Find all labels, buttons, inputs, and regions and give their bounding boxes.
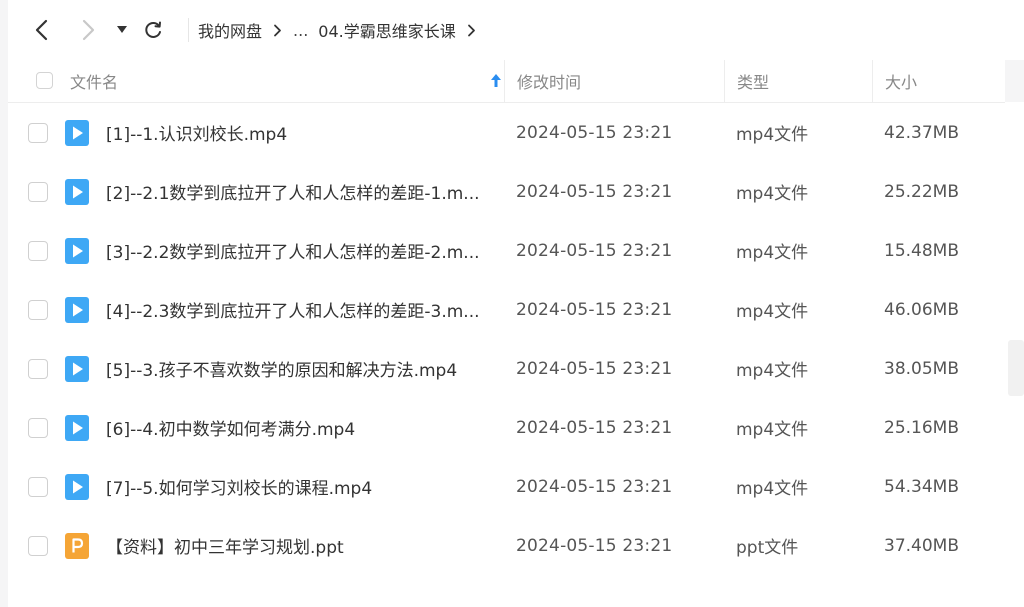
ppt-file-icon bbox=[65, 533, 89, 559]
forward-button[interactable] bbox=[74, 16, 102, 44]
select-all-checkbox[interactable] bbox=[36, 72, 53, 89]
column-header-name-label: 文件名 bbox=[70, 73, 119, 92]
file-modified: 2024-05-15 23:21 bbox=[516, 476, 673, 497]
file-size: 25.16MB bbox=[884, 417, 959, 438]
breadcrumb-separator-icon bbox=[467, 18, 476, 42]
table-row[interactable]: [7]--5.如何学习刘校长的课程.mp4 2024-05-15 23:21 m… bbox=[8, 457, 1005, 516]
file-list: [1]--1.认识刘校长.mp4 2024-05-15 23:21 mp4文件 … bbox=[8, 103, 1005, 575]
column-header-type[interactable]: 类型 bbox=[724, 60, 872, 102]
file-modified: 2024-05-15 23:21 bbox=[516, 240, 673, 261]
file-name[interactable]: [6]--4.初中数学如何考满分.mp4 bbox=[106, 398, 498, 457]
row-checkbox[interactable] bbox=[28, 241, 48, 261]
column-header-size-label: 大小 bbox=[885, 73, 918, 92]
table-row[interactable]: [4]--2.3数学到底拉开了人和人怎样的差距-3.m... 2024-05-1… bbox=[8, 280, 1005, 339]
file-name[interactable]: [2]--2.1数学到底拉开了人和人怎样的差距-1.m... bbox=[106, 162, 498, 221]
video-file-icon bbox=[65, 474, 89, 500]
file-type: mp4文件 bbox=[736, 125, 809, 145]
video-file-icon bbox=[65, 120, 89, 146]
file-type: ppt文件 bbox=[736, 538, 799, 558]
breadcrumb-current[interactable]: 04.学霸思维家长课 bbox=[318, 18, 455, 42]
row-checkbox[interactable] bbox=[28, 123, 48, 143]
file-name[interactable]: [3]--2.2数学到底拉开了人和人怎样的差距-2.m... bbox=[106, 221, 498, 280]
file-size: 54.34MB bbox=[884, 476, 959, 497]
table-row[interactable]: [5]--3.孩子不喜欢数学的原因和解决方法.mp4 2024-05-15 23… bbox=[8, 339, 1005, 398]
table-row[interactable]: 【资料】初中三年学习规划.ppt 2024-05-15 23:21 ppt文件 … bbox=[8, 516, 1005, 575]
file-list-header: 文件名 修改时间 类型 大小 bbox=[8, 60, 1005, 103]
video-file-icon bbox=[65, 297, 89, 323]
file-modified: 2024-05-15 23:21 bbox=[516, 181, 673, 202]
refresh-button[interactable] bbox=[139, 16, 167, 44]
toolbar-divider bbox=[188, 18, 189, 42]
file-modified: 2024-05-15 23:21 bbox=[516, 358, 673, 379]
history-dropdown-button[interactable] bbox=[112, 16, 132, 44]
breadcrumb-ellipsis[interactable]: ... bbox=[293, 21, 308, 40]
file-type: mp4文件 bbox=[736, 184, 809, 204]
file-name[interactable]: [4]--2.3数学到底拉开了人和人怎样的差距-3.m... bbox=[106, 280, 498, 339]
chevron-left-icon bbox=[35, 19, 48, 41]
table-row[interactable]: [3]--2.2数学到底拉开了人和人怎样的差距-2.m... 2024-05-1… bbox=[8, 221, 1005, 280]
back-button[interactable] bbox=[28, 16, 56, 44]
file-type: mp4文件 bbox=[736, 361, 809, 381]
file-size: 38.05MB bbox=[884, 358, 959, 379]
sort-ascending-icon[interactable] bbox=[490, 73, 502, 89]
file-type: mp4文件 bbox=[736, 479, 809, 499]
row-checkbox[interactable] bbox=[28, 359, 48, 379]
column-header-modified-label: 修改时间 bbox=[517, 73, 582, 92]
file-size: 25.22MB bbox=[884, 181, 959, 202]
table-row[interactable]: [2]--2.1数学到底拉开了人和人怎样的差距-1.m... 2024-05-1… bbox=[8, 162, 1005, 221]
row-checkbox[interactable] bbox=[28, 300, 48, 320]
refresh-icon bbox=[145, 21, 161, 38]
file-modified: 2024-05-15 23:21 bbox=[516, 417, 673, 438]
row-checkbox[interactable] bbox=[28, 418, 48, 438]
file-modified: 2024-05-15 23:21 bbox=[516, 535, 673, 556]
file-type: mp4文件 bbox=[736, 420, 809, 440]
chevron-right-icon bbox=[82, 19, 95, 41]
file-modified: 2024-05-15 23:21 bbox=[516, 299, 673, 320]
breadcrumb: 我的网盘 ... 04.学霸思维家长课 bbox=[198, 18, 487, 42]
file-size: 37.40MB bbox=[884, 535, 959, 556]
file-type: mp4文件 bbox=[736, 243, 809, 263]
row-checkbox[interactable] bbox=[28, 536, 48, 556]
column-header-type-label: 类型 bbox=[737, 73, 770, 92]
file-name[interactable]: [5]--3.孩子不喜欢数学的原因和解决方法.mp4 bbox=[106, 339, 498, 398]
file-size: 15.48MB bbox=[884, 240, 959, 261]
file-size: 42.37MB bbox=[884, 122, 959, 143]
left-panel-edge bbox=[0, 0, 8, 607]
row-checkbox[interactable] bbox=[28, 182, 48, 202]
column-header-modified[interactable]: 修改时间 bbox=[504, 60, 724, 102]
column-header-size[interactable]: 大小 bbox=[872, 60, 1005, 102]
header-right-strip bbox=[1005, 60, 1024, 102]
row-checkbox[interactable] bbox=[28, 477, 48, 497]
file-size: 46.06MB bbox=[884, 299, 959, 320]
table-row[interactable]: [6]--4.初中数学如何考满分.mp4 2024-05-15 23:21 mp… bbox=[8, 398, 1005, 457]
scrollbar-thumb[interactable] bbox=[1008, 340, 1024, 396]
video-file-icon bbox=[65, 356, 89, 382]
file-name[interactable]: [7]--5.如何学习刘校长的课程.mp4 bbox=[106, 457, 498, 516]
toolbar: 我的网盘 ... 04.学霸思维家长课 bbox=[8, 0, 1024, 60]
caret-down-icon bbox=[117, 26, 127, 33]
file-name[interactable]: [1]--1.认识刘校长.mp4 bbox=[106, 103, 498, 162]
video-file-icon bbox=[65, 179, 89, 205]
video-file-icon bbox=[65, 415, 89, 441]
video-file-icon bbox=[65, 238, 89, 264]
breadcrumb-root[interactable]: 我的网盘 bbox=[198, 18, 262, 42]
file-name[interactable]: 【资料】初中三年学习规划.ppt bbox=[106, 516, 498, 575]
table-row[interactable]: [1]--1.认识刘校长.mp4 2024-05-15 23:21 mp4文件 … bbox=[8, 103, 1005, 162]
file-type: mp4文件 bbox=[736, 302, 809, 322]
file-modified: 2024-05-15 23:21 bbox=[516, 122, 673, 143]
column-header-name[interactable]: 文件名 bbox=[70, 60, 514, 102]
breadcrumb-separator-icon bbox=[273, 18, 282, 42]
